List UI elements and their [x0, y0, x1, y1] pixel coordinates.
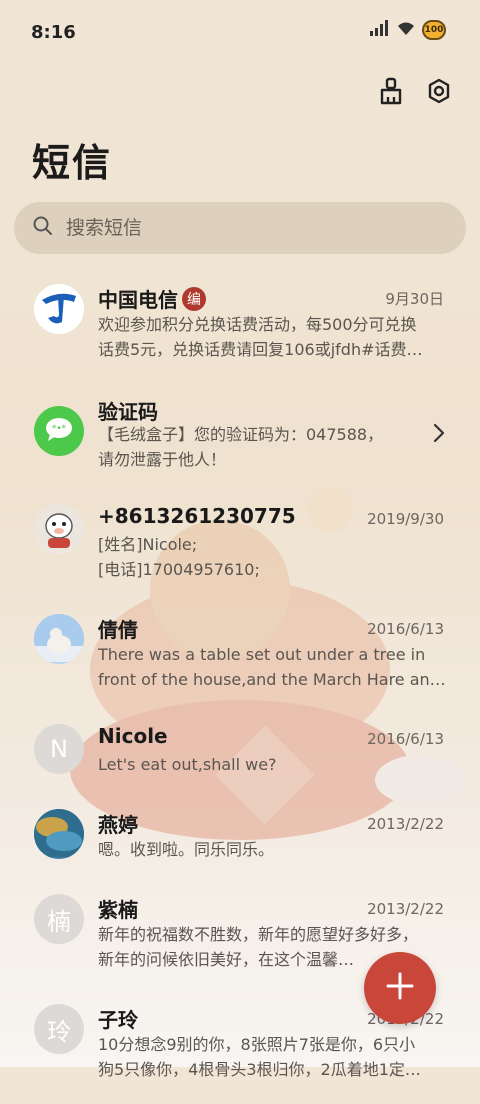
conversation-item[interactable]: +8613261230775 2019/9/30 [姓名]Nicole; [电话… [0, 500, 480, 604]
avatar [34, 809, 84, 859]
conversation-name: Nicole [98, 724, 168, 748]
message-preview: Let's eat out,shall we? [98, 755, 277, 774]
avatar [34, 284, 84, 334]
conversation-date: 2013/2/22 [367, 900, 444, 918]
search-bar[interactable] [14, 202, 466, 254]
battery-icon: 100 [422, 20, 446, 40]
conversation-item[interactable]: *•* 验证码 【毛绒盒子】您的验证码为：047588， 请勿泄露于他人！ [0, 390, 480, 494]
message-preview: front of the house,and the March Hare an… [98, 670, 446, 689]
polar-bear-photo-icon [34, 614, 84, 664]
status-bar: 8:16 100 [0, 0, 480, 66]
status-time: 8:16 [31, 22, 76, 43]
message-preview: 新年的祝福数不胜数，新年的愿望好多好多， [98, 925, 419, 944]
message-preview: [电话]17004957610; [98, 560, 260, 579]
avatar: N [34, 724, 84, 774]
official-badge: 编 [182, 286, 206, 311]
svg-text:*•*: *•* [52, 424, 67, 434]
conversation-date: 2013/2/22 [367, 815, 444, 833]
broom-icon [378, 77, 404, 109]
conversation-name: 倩倩 [98, 618, 138, 642]
page-title: 短信 [32, 141, 113, 185]
message-bubble-icon: *•* [44, 416, 74, 446]
message-preview: 【毛绒盒子】您的验证码为：047588， [98, 425, 384, 444]
conversation-item[interactable]: 中国电信 编 9月30日 欢迎参加积分兑换话费活动，每500分可兑换 话费5元，… [0, 280, 480, 384]
gear-icon [426, 78, 452, 108]
conversation-name: 验证码 [98, 400, 158, 424]
plus-icon [385, 971, 415, 1005]
top-actions [376, 77, 454, 109]
message-preview: 狗5只像你，4根骨头3根归你，2瓜着地1定… [98, 1060, 421, 1079]
search-input[interactable] [64, 216, 428, 240]
conversation-item[interactable]: 倩倩 2016/6/13 There was a table set out u… [0, 610, 480, 714]
conversation-date: 2016/6/13 [367, 620, 444, 638]
chevron-right-icon[interactable] [432, 422, 446, 448]
message-preview: 10分想念9别的你，8张照片7张是你，6只小 [98, 1035, 416, 1054]
conversation-name: 中国电信 编 [98, 284, 206, 313]
landscape-photo-icon [34, 809, 84, 859]
message-preview: There was a table set out under a tree i… [98, 645, 426, 664]
conversation-date: 2019/9/30 [367, 510, 444, 528]
message-preview: 新年的问候依旧美好，在这个温馨的时刻… [98, 950, 368, 969]
settings-button[interactable] [424, 78, 454, 108]
china-telecom-logo-icon [34, 284, 84, 334]
cartoon-avatar-icon [34, 504, 84, 554]
message-preview: 话费5元，兑换话费请回复106或jfdh#话费… [98, 340, 423, 359]
new-message-button[interactable] [364, 952, 436, 1024]
conversation-date: 2016/6/13 [367, 730, 444, 748]
avatar: *•* [34, 406, 84, 456]
clean-button[interactable] [376, 77, 406, 109]
conversation-name: 紫楠 [98, 898, 138, 922]
avatar: 玲 [34, 1004, 84, 1054]
wifi-icon [396, 20, 416, 40]
conversation-date: 9月30日 [385, 290, 444, 308]
message-preview: 嗯。收到啦。同乐同乐。 [98, 840, 275, 859]
message-preview: [姓名]Nicole; [98, 535, 198, 554]
message-preview: 欢迎参加积分兑换话费活动，每500分可兑换 [98, 315, 417, 334]
avatar: 楠 [34, 894, 84, 944]
avatar [34, 504, 84, 554]
status-icons: 100 [370, 20, 446, 40]
conversation-name: +8613261230775 [98, 504, 296, 528]
search-icon [32, 215, 54, 241]
message-preview: 请勿泄露于他人！ [98, 450, 227, 469]
conversation-name: 燕婷 [98, 813, 138, 837]
conversation-name: 子玲 [98, 1008, 138, 1032]
avatar [34, 614, 84, 664]
signal-icon [370, 20, 390, 40]
